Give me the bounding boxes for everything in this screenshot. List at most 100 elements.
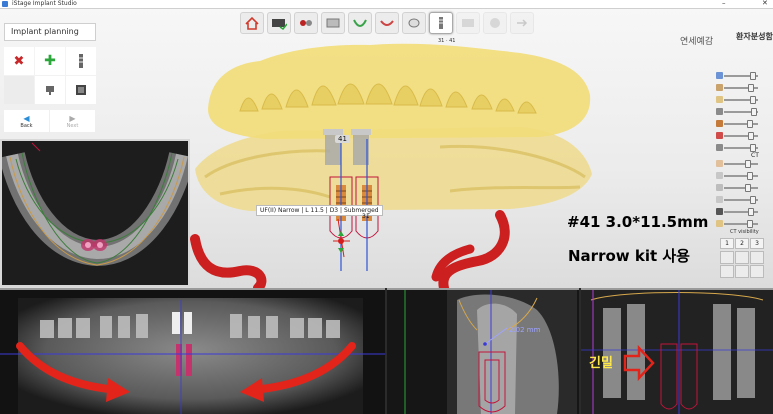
- panoramic-view[interactable]: [0, 288, 385, 414]
- guide-icon: [462, 19, 474, 27]
- bone-button[interactable]: [375, 12, 399, 34]
- model-button[interactable]: [321, 12, 345, 34]
- cross-section-image-1: [404, 290, 577, 414]
- view-button-3[interactable]: 3: [750, 238, 764, 249]
- abutment-button[interactable]: [35, 76, 65, 104]
- title-bar: iStage Implant Studio – ✕: [0, 0, 773, 9]
- visibility-slider-8[interactable]: [700, 160, 762, 168]
- tooth-button[interactable]: [402, 12, 426, 34]
- tooth-number-label: 41: [335, 135, 350, 143]
- add-icon: ✚: [44, 53, 56, 69]
- slider-track[interactable]: [724, 184, 758, 192]
- slider-knob[interactable]: [749, 196, 756, 204]
- app-window: iStage Implant Studio – ✕ 31 · 41 Implan…: [0, 0, 773, 414]
- slider-track[interactable]: [724, 132, 758, 140]
- export-button[interactable]: [510, 12, 534, 34]
- cross-section-view-1[interactable]: 2.02 mm: [387, 288, 579, 414]
- visibility-slider-13[interactable]: [700, 220, 762, 228]
- layer-icon: [716, 96, 723, 103]
- active-tooth-label: 31 · 41: [438, 38, 456, 44]
- ct-scan-icon: [272, 19, 287, 30]
- slider-knob[interactable]: [748, 208, 754, 216]
- close-button[interactable]: ✕: [762, 0, 768, 8]
- view-thumb-side[interactable]: [735, 251, 749, 264]
- slider-knob[interactable]: [748, 132, 754, 140]
- slider-knob[interactable]: [749, 72, 756, 80]
- slider-track[interactable]: [724, 96, 758, 104]
- slider-knob[interactable]: [748, 84, 754, 92]
- visibility-slider-2[interactable]: [700, 84, 762, 92]
- axial-ct-view[interactable]: [0, 139, 190, 287]
- visibility-slider-12[interactable]: [700, 208, 762, 216]
- visibility-slider-4[interactable]: [700, 108, 762, 116]
- slider-knob[interactable]: [749, 144, 756, 152]
- view-button-2[interactable]: 2: [735, 238, 749, 249]
- view-thumb-right[interactable]: [750, 265, 764, 278]
- export-icon: [517, 19, 528, 27]
- layer-icon: [716, 220, 723, 227]
- visibility-slider-6[interactable]: [700, 132, 762, 140]
- slider-track[interactable]: [724, 220, 758, 228]
- view-thumb-top[interactable]: [750, 251, 764, 264]
- slider-track[interactable]: [724, 108, 758, 116]
- tooth-icon: [408, 18, 420, 28]
- sleeve-icon: [76, 85, 86, 95]
- back-button[interactable]: ◀ Back: [4, 110, 49, 132]
- slider-track[interactable]: [724, 208, 758, 216]
- slider-knob[interactable]: [751, 108, 757, 116]
- slider-knob[interactable]: [746, 120, 753, 128]
- arch-button[interactable]: [348, 12, 372, 34]
- slider-track[interactable]: [724, 120, 758, 128]
- slider-knob[interactable]: [746, 220, 753, 228]
- layer-icon: [716, 108, 723, 115]
- slider-knob[interactable]: [745, 160, 751, 168]
- guide-button[interactable]: [456, 12, 480, 34]
- view-thumb-bottom[interactable]: [720, 265, 734, 278]
- visibility-slider-10[interactable]: [700, 184, 762, 192]
- sleeve-tool-button[interactable]: [66, 76, 96, 104]
- minimize-button[interactable]: –: [722, 0, 726, 8]
- slider-track[interactable]: [724, 84, 758, 92]
- visibility-slider-7[interactable]: [700, 144, 762, 152]
- slider-track[interactable]: [724, 72, 758, 80]
- home-button[interactable]: [240, 12, 264, 34]
- implant-size-annotation: #41 3.0*11.5mm: [567, 213, 709, 231]
- slider-knob[interactable]: [746, 172, 753, 180]
- sleeve-button[interactable]: [483, 12, 507, 34]
- empty-tool-slot: [4, 76, 34, 104]
- delete-implant-button[interactable]: ✖: [4, 47, 34, 75]
- slider-track[interactable]: [724, 172, 758, 180]
- view-button-1[interactable]: 1: [720, 238, 734, 249]
- implant-step-button[interactable]: [429, 12, 453, 34]
- next-button[interactable]: ▶ Next: [50, 110, 95, 132]
- model-icon: [326, 18, 340, 28]
- slider-track[interactable]: [724, 144, 758, 152]
- implant-small-icon: [79, 54, 83, 68]
- slider-track[interactable]: [724, 196, 758, 204]
- visibility-slider-5[interactable]: [700, 120, 762, 128]
- visibility-slider-3[interactable]: [700, 96, 762, 104]
- kit-annotation: Narrow kit 사용: [568, 247, 690, 265]
- next-label: Next: [66, 122, 79, 129]
- visibility-slider-11[interactable]: [700, 196, 762, 204]
- implant-library-button[interactable]: [66, 47, 96, 75]
- main-toolbar: 31 · 41: [240, 12, 534, 46]
- layer-icon: [716, 84, 723, 91]
- view-thumb-left[interactable]: [735, 265, 749, 278]
- slider-knob[interactable]: [749, 96, 756, 104]
- visibility-slider-9[interactable]: [700, 172, 762, 180]
- clinic-name: 연세예감: [680, 37, 714, 47]
- cross-section-view-2[interactable]: 긴밀: [581, 288, 773, 414]
- layer-icon: [716, 160, 723, 167]
- view-thumb-front[interactable]: [720, 251, 734, 264]
- ct-visibility-label: CT visibility: [730, 229, 759, 235]
- ct-scan-button[interactable]: [267, 12, 291, 34]
- add-implant-button[interactable]: ✚: [35, 47, 65, 75]
- scan-align-button[interactable]: [294, 12, 318, 34]
- nerve-canal-left: [190, 234, 267, 288]
- slider-track[interactable]: [724, 160, 758, 168]
- layer-icon: [716, 196, 723, 203]
- visibility-slider-1[interactable]: [700, 72, 762, 80]
- slider-knob[interactable]: [745, 184, 751, 192]
- layer-icon: [716, 132, 723, 139]
